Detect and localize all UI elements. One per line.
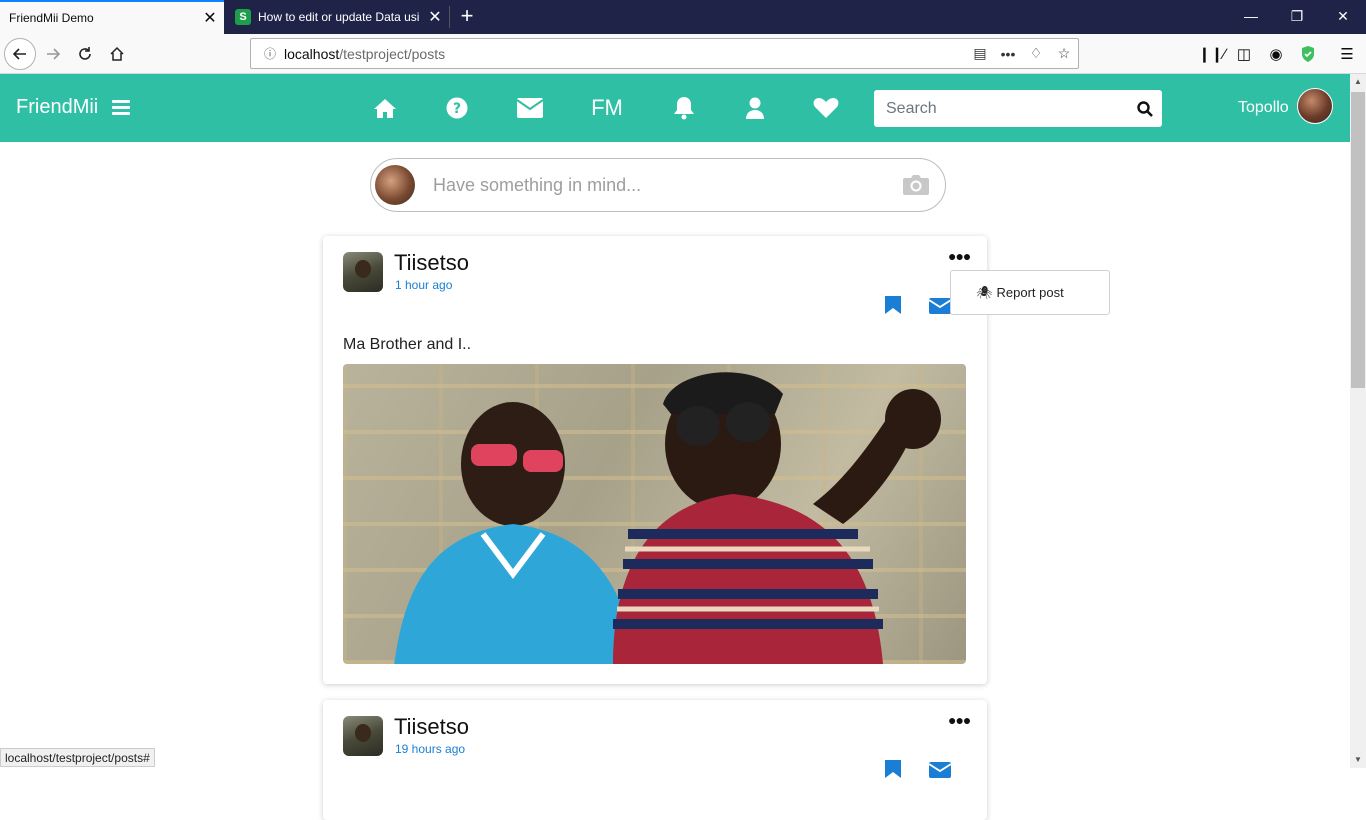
hamburger-menu-icon[interactable]: [112, 100, 130, 115]
page-actions-icon[interactable]: •••: [994, 46, 1022, 62]
post-text: Ma Brother and I..: [343, 336, 472, 353]
close-icon[interactable]: ✕: [421, 7, 449, 27]
post-timestamp[interactable]: 19 hours ago: [395, 742, 465, 756]
account-icon[interactable]: ◉: [1263, 42, 1289, 66]
scroll-thumb[interactable]: [1351, 92, 1365, 388]
tab-separator: [449, 6, 450, 28]
close-icon[interactable]: ✕: [196, 8, 224, 28]
library-icon[interactable]: ❙❙∕: [1198, 42, 1226, 66]
user-name[interactable]: Topollo: [1238, 99, 1289, 117]
post-author[interactable]: Tiisetso: [394, 714, 469, 740]
svg-text:?: ?: [453, 101, 461, 117]
page-scrollbar[interactable]: ▲ ▼: [1350, 74, 1366, 768]
window-close-icon[interactable]: ✕: [1320, 0, 1366, 34]
person-right-figure: [613, 372, 941, 664]
post-card: Tiisetso 1 hour ago ●●● Ma Brother and I…: [323, 236, 987, 684]
search-input[interactable]: [874, 90, 1128, 127]
heart-icon[interactable]: [812, 92, 840, 124]
bookmark-icon[interactable]: [885, 296, 901, 314]
tab-title: FriendMii Demo: [9, 11, 94, 25]
post-timestamp[interactable]: 1 hour ago: [395, 278, 452, 292]
scroll-up-icon[interactable]: ▲: [1350, 74, 1366, 90]
more-options-icon[interactable]: ●●●: [948, 248, 971, 264]
bookmark-icon[interactable]: [885, 760, 901, 778]
tab-title: How to edit or update Data usi: [258, 10, 420, 24]
camera-icon[interactable]: [903, 175, 929, 195]
mail-icon[interactable]: [516, 92, 544, 124]
browser-tab-bar: FriendMii Demo ✕ S How to edit or update…: [0, 0, 1366, 34]
browser-toolbar: ⓘ localhost/testproject/posts ▤ ••• ♢ ☆ …: [0, 34, 1366, 74]
tab-edit-update-data[interactable]: S How to edit or update Data usi ✕: [225, 0, 449, 34]
avatar[interactable]: [343, 252, 383, 292]
reload-icon[interactable]: [70, 39, 100, 69]
shield-icon[interactable]: [1295, 42, 1321, 66]
mail-icon[interactable]: [929, 298, 951, 314]
bookmark-star-icon[interactable]: ☆: [1050, 45, 1078, 62]
brand-logo[interactable]: FriendMii: [16, 96, 98, 119]
more-options-icon[interactable]: ●●●: [948, 712, 971, 728]
post-composer[interactable]: Have something in mind...: [370, 158, 946, 212]
site-info-icon[interactable]: ⓘ: [260, 45, 280, 62]
scroll-down-icon[interactable]: ▼: [1350, 752, 1366, 768]
user-icon[interactable]: [744, 92, 766, 124]
minimize-icon[interactable]: —: [1228, 0, 1274, 34]
url-text: localhost/testproject/posts: [284, 45, 446, 62]
bell-icon[interactable]: [672, 92, 696, 124]
app-header: FriendMii ? FM Topollo: [0, 74, 1350, 142]
search-icon[interactable]: [1128, 100, 1162, 117]
fm-label: FM: [591, 95, 623, 120]
report-post-menu-item[interactable]: 🕷 Report post: [950, 270, 1110, 315]
search-box[interactable]: [874, 90, 1162, 127]
address-bar[interactable]: ⓘ localhost/testproject/posts ▤ ••• ♢ ☆: [250, 38, 1079, 69]
person-left-figure: [394, 402, 641, 664]
new-tab-icon[interactable]: +: [454, 4, 480, 30]
avatar: [375, 165, 415, 205]
back-icon[interactable]: [4, 38, 36, 70]
status-bar: localhost/testproject/posts#: [0, 748, 155, 767]
post-photo[interactable]: [343, 364, 966, 664]
mail-icon[interactable]: [929, 762, 951, 778]
pocket-icon[interactable]: ♢: [1022, 45, 1050, 62]
tab-friendmii-demo[interactable]: FriendMii Demo ✕: [0, 0, 224, 34]
avatar[interactable]: [1297, 88, 1333, 124]
sidebar-icon[interactable]: ◫: [1231, 42, 1257, 66]
home-icon[interactable]: [372, 92, 398, 124]
bug-icon: 🕷: [976, 284, 993, 300]
reader-view-icon[interactable]: ▤: [966, 45, 994, 62]
site-favicon-icon: S: [235, 9, 251, 25]
avatar[interactable]: [343, 716, 383, 756]
post-card: Tiisetso 19 hours ago ●●●: [323, 700, 987, 820]
restore-icon[interactable]: ❐: [1274, 0, 1320, 34]
menu-icon[interactable]: ☰: [1334, 42, 1360, 66]
report-post-label: Report post: [996, 285, 1064, 300]
post-author[interactable]: Tiisetso: [394, 250, 469, 276]
composer-input[interactable]: Have something in mind...: [433, 175, 903, 196]
home-browser-icon[interactable]: [102, 39, 132, 69]
help-icon[interactable]: ?: [444, 92, 470, 124]
fm-link[interactable]: FM: [584, 92, 630, 124]
forward-icon[interactable]: [38, 39, 68, 69]
